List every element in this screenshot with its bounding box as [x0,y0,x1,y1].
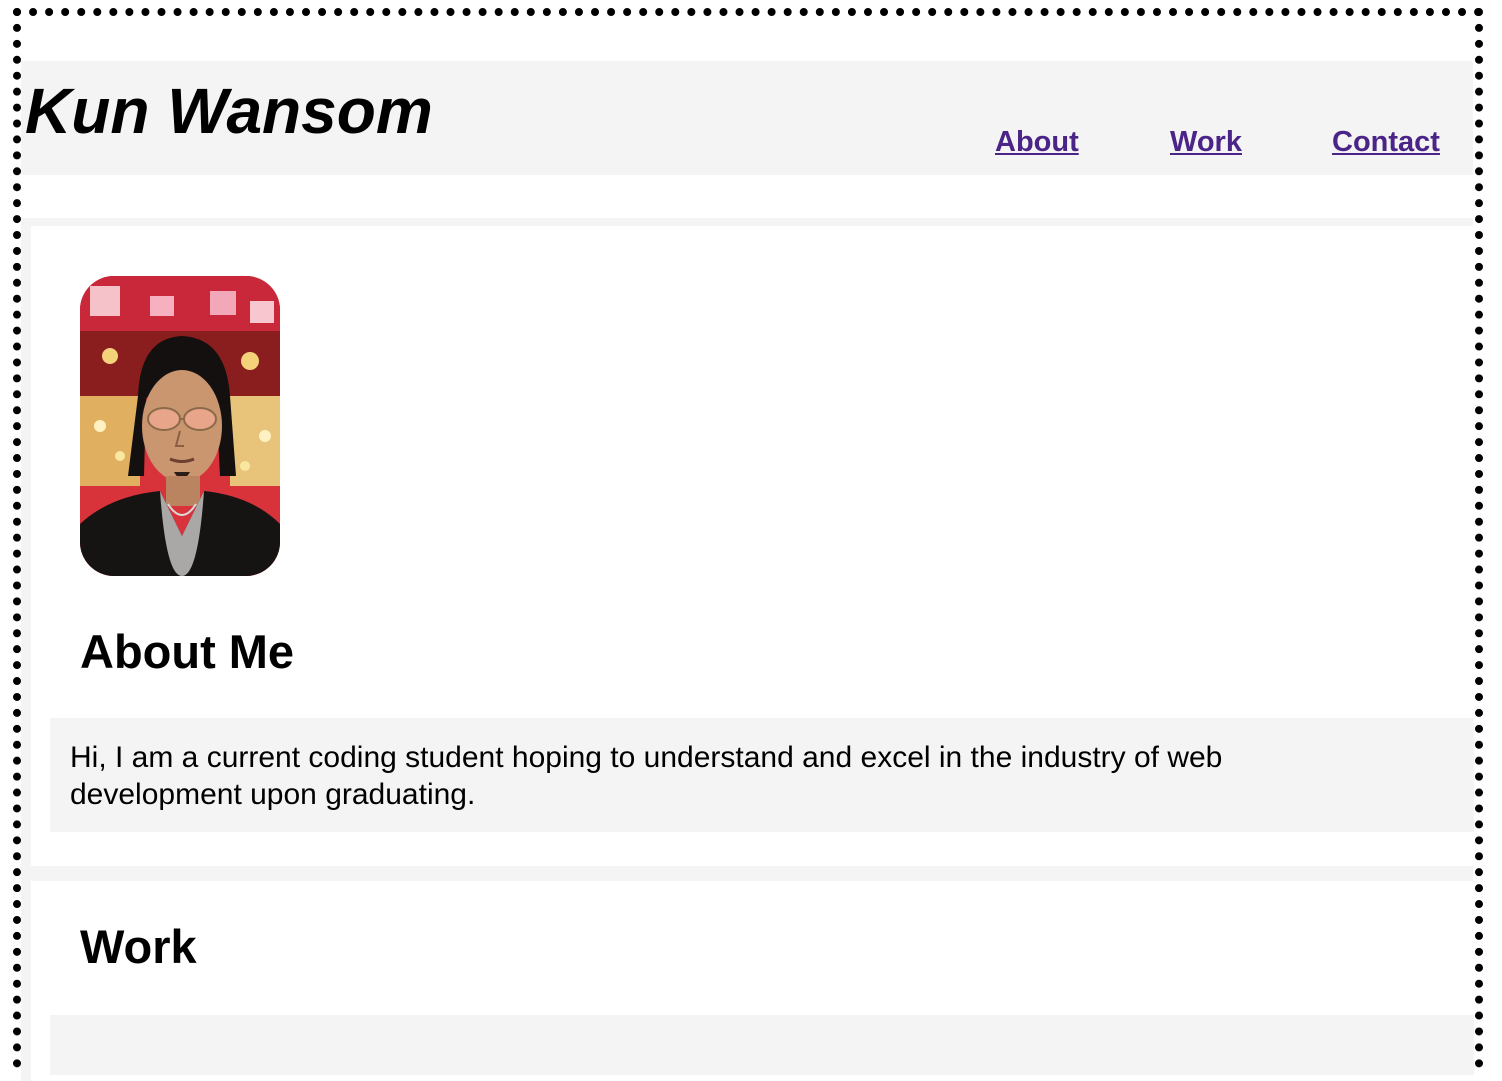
main-nav: About Work Contact [21,125,1473,165]
work-heading: Work [80,920,197,973]
nav-link-work[interactable]: Work [1170,125,1242,159]
nav-link-about[interactable]: About [995,125,1079,159]
about-heading: About Me [80,625,295,678]
avatar-photo [80,276,280,576]
section-divider [21,866,1473,881]
avatar [80,276,280,576]
about-section: About Me Hi, I am a current coding stude… [21,226,1474,866]
site-header: Kun Wansom About Work Contact [21,61,1473,175]
work-content-box [50,1015,1474,1075]
about-text: Hi, I am a current coding student hoping… [70,741,1223,811]
nav-link-contact[interactable]: Contact [1332,125,1440,159]
work-section: Work [21,881,1474,1081]
header-divider [21,218,1473,226]
about-text-box: Hi, I am a current coding student hoping… [50,718,1474,832]
